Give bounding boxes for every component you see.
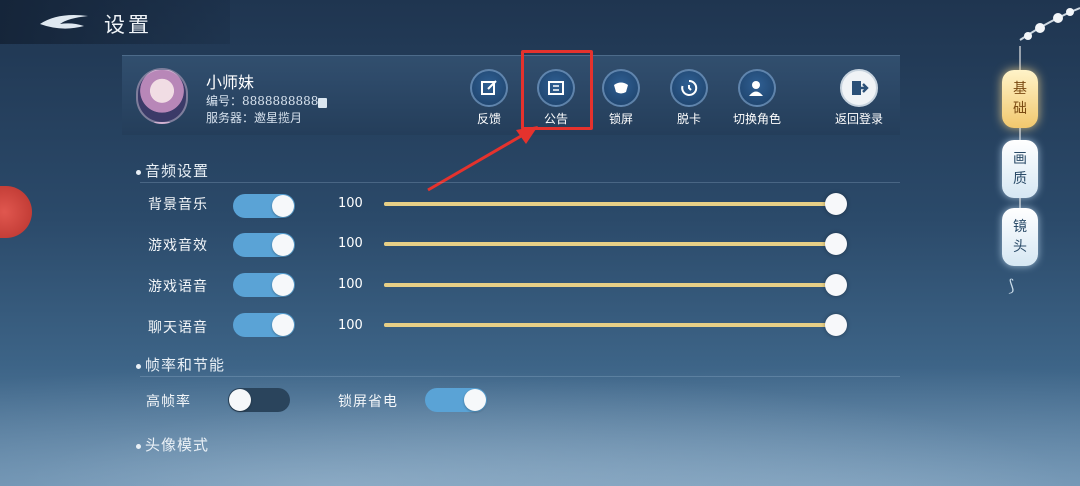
toggle-knob [272,195,294,217]
lock-power-save-toggle[interactable] [425,388,487,412]
toggle-knob [272,274,294,296]
feedback-edit-icon [470,69,508,107]
voice-value: 100 [338,277,363,292]
settings-header: 设置 [0,0,230,44]
section-divider [140,182,900,183]
logout-icon [840,69,878,107]
slider-fill [384,283,836,287]
tab-camera[interactable]: 镜头 [1002,208,1038,266]
chat-voice-toggle[interactable] [233,313,295,337]
slider-thumb[interactable] [825,193,847,215]
chat-voice-value: 100 [338,318,363,333]
player-id: 编号：8888888888 [206,92,318,109]
unstuck-icon [670,69,708,107]
tab-graphics[interactable]: 画质 [1002,140,1038,198]
lantern-string [1019,128,1021,140]
switch-role-button[interactable]: 切换角色 [726,69,788,131]
slider-fill [384,202,836,206]
voice-toggle[interactable] [233,273,295,297]
background-mist [0,366,1080,486]
high-fps-label: 高帧率 [146,394,191,410]
slider-fill [384,323,836,327]
tassel-decoration-icon: ⟆ [1008,276,1015,295]
toggle-knob [272,314,294,336]
voice-label: 游戏语音 [148,279,208,295]
avatar [136,68,188,124]
server-value: 邀星揽月 [254,111,303,125]
plum-branch-decoration [1019,7,1080,41]
chat-voice-label: 聊天语音 [148,320,208,336]
high-fps-toggle[interactable] [228,388,290,412]
voice-slider[interactable] [384,274,847,296]
sfx-slider[interactable] [384,233,847,255]
section-divider [140,376,900,377]
switch-role-icon [738,69,776,107]
unstuck-label: 脱卡 [676,112,701,126]
lock-power-save-label: 锁屏省电 [338,394,398,410]
slider-fill [384,242,836,246]
sfx-label: 游戏音效 [148,238,208,254]
page-title: 设置 [104,13,152,37]
toggle-knob [229,389,251,411]
toggle-knob [272,234,294,256]
player-name: 小师妹 [206,73,255,92]
toggle-knob [464,389,486,411]
slider-thumb[interactable] [825,274,847,296]
slider-thumb[interactable] [825,314,847,336]
switch-role-label: 切换角色 [732,112,781,126]
sfx-toggle[interactable] [233,233,295,257]
unstuck-button[interactable]: 脱卡 [658,69,720,131]
lantern-string [1019,46,1021,70]
audio-section-title: 音频设置 [136,160,209,181]
tab-basic-label: 基础 [1013,81,1027,117]
chat-voice-slider[interactable] [384,314,847,336]
copy-icon[interactable] [318,98,327,108]
slider-thumb[interactable] [825,233,847,255]
server-label: 服务器： [206,111,255,125]
lock-screen-label: 锁屏 [608,112,633,126]
avatar-mode-section-title: 头像模式 [136,434,209,455]
logout-button[interactable]: 返回登录 [828,69,890,131]
framerate-section-title: 帧率和节能 [136,354,225,375]
lantern-string [1019,198,1021,208]
bgm-value: 100 [338,196,363,211]
swoosh-logo-icon [40,15,88,29]
tab-graphics-label: 画质 [1013,151,1027,187]
player-server: 服务器：邀星揽月 [206,109,302,126]
logout-label: 返回登录 [834,112,883,126]
lock-screen-icon [602,69,640,107]
bgm-label: 背景音乐 [148,197,208,213]
tab-camera-label: 镜头 [1013,219,1027,255]
player-id-label: 编号： [206,94,243,108]
player-id-value: 8888888888 [242,94,319,108]
floating-assist-button[interactable] [0,186,32,238]
bgm-toggle[interactable] [233,194,295,218]
annotation-arrow-icon [427,126,538,192]
sfx-value: 100 [338,236,363,251]
lock-screen-button[interactable]: 锁屏 [590,69,652,131]
bgm-slider[interactable] [384,193,847,215]
tab-basic[interactable]: 基础 [1002,70,1038,128]
